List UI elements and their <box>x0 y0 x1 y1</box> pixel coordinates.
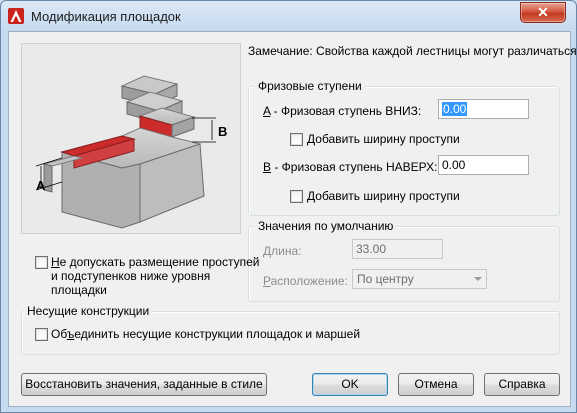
riser-down-add-tread-checkbox[interactable] <box>290 133 303 146</box>
riser-up-label: B - Фризовая ступень НАВЕРХ: <box>263 160 438 174</box>
close-button[interactable]: ✕ <box>520 2 566 23</box>
chevron-down-icon <box>474 277 482 281</box>
autocad-logo-icon <box>8 8 24 24</box>
structure-group: Несущие конструкции Объединить несущие к… <box>21 304 560 355</box>
disallow-below-landing-checkbox[interactable] <box>35 256 48 269</box>
riser-down-input[interactable]: 0.00 <box>438 99 529 119</box>
defaults-group: Значения по умолчанию Длина: 33.00 Распо… <box>248 219 560 302</box>
merge-structure-label: Объединить несущие конструкции площадок … <box>51 327 361 341</box>
riser-up-input[interactable]: 0.00 <box>438 155 529 175</box>
window-title: Модификация площадок <box>31 9 181 24</box>
ok-button[interactable]: OK <box>312 373 388 396</box>
riser-down-add-tread-label: Добавить ширину проступи <box>307 132 460 146</box>
dialog-window: Модификация площадок ✕ A B Замечание: Св… <box>0 0 577 413</box>
dialog-body: A B Замечание: Свойства каждой лестницы … <box>8 31 577 407</box>
riser-up-add-tread-checkbox[interactable] <box>290 190 303 203</box>
riser-up-add-tread-label: Добавить ширину проступи <box>307 189 460 203</box>
length-input[interactable]: 33.00 <box>352 239 443 259</box>
close-icon: ✕ <box>537 4 549 20</box>
title-bar[interactable]: Модификация площадок ✕ <box>1 1 576 31</box>
riser-down-label: A - Фризовая ступень ВНИЗ: <box>263 104 422 118</box>
riser-group: Фризовые ступени A - Фризовая ступень ВН… <box>248 79 560 216</box>
restore-defaults-button[interactable]: Восстановить значения, заданные в стиле <box>21 373 267 396</box>
position-combobox[interactable]: По центру <box>352 269 487 289</box>
structure-group-title: Несущие конструкции <box>24 304 153 318</box>
riser-down-value: 0.00 <box>442 102 468 116</box>
riser-up-value: 0.00 <box>442 158 466 172</box>
note-text: Замечание: Свойства каждой лестницы могу… <box>248 44 577 58</box>
position-value: По центру <box>357 272 414 286</box>
landing-illustration: A B <box>21 43 241 234</box>
length-label: Длина: <box>263 244 302 258</box>
disallow-below-landing-label: Не допускать размещение проступей и подс… <box>51 255 260 297</box>
riser-group-title: Фризовые ступени <box>255 79 365 93</box>
illustration-label-b: B <box>218 124 227 139</box>
help-button[interactable]: Справка <box>484 373 560 396</box>
length-value: 33.00 <box>356 242 387 256</box>
position-label: Расположение: <box>263 274 348 288</box>
merge-structure-checkbox[interactable] <box>35 328 48 341</box>
cancel-button[interactable]: Отмена <box>398 373 474 396</box>
defaults-group-title: Значения по умолчанию <box>255 219 397 233</box>
illustration-label-a: A <box>36 178 46 193</box>
